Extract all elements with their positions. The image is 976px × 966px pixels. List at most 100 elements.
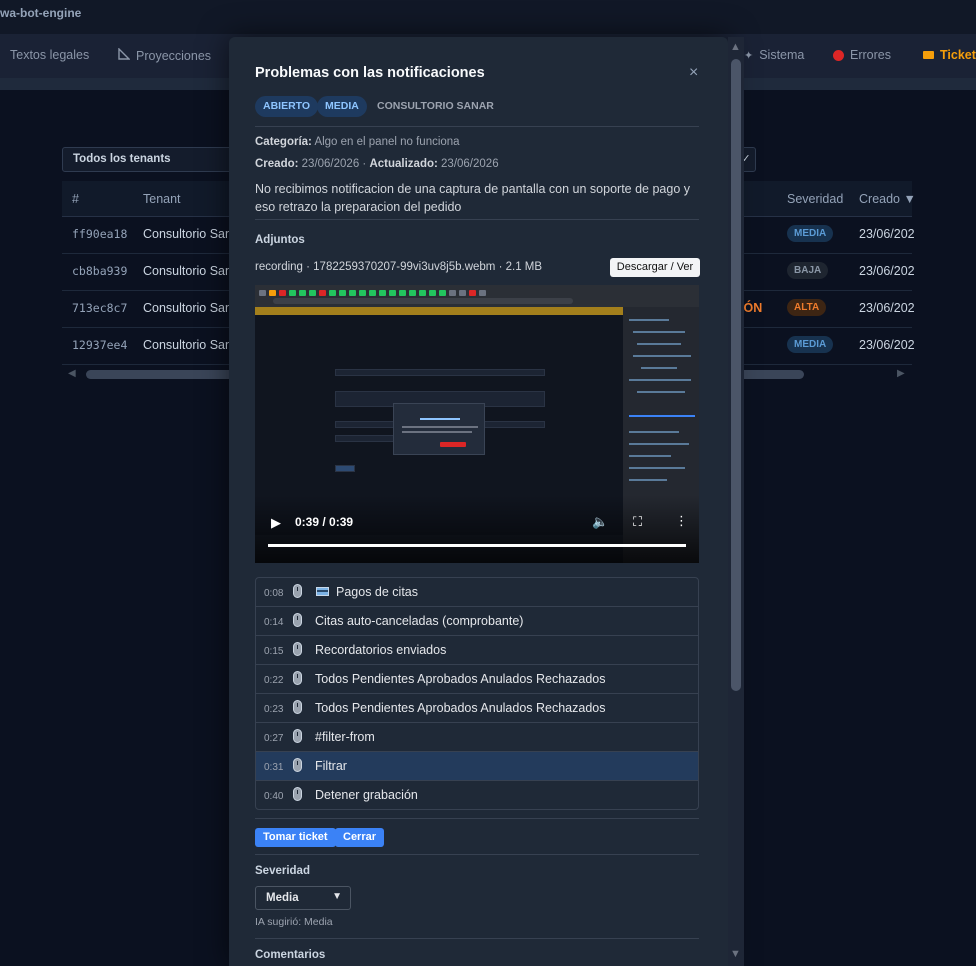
video-frame-code-line <box>641 367 677 369</box>
created-label: Creado: <box>255 158 299 170</box>
event-label: Filtrar <box>315 759 347 773</box>
scroll-left-icon[interactable]: ◀ <box>68 368 76 379</box>
comments-heading: Comentarios <box>255 949 326 961</box>
category-line: Categoría: Algo en el panel no funciona <box>255 136 460 148</box>
nav-label: Sistema <box>759 48 805 62</box>
video-frame-dot <box>469 290 476 296</box>
divider <box>255 219 699 220</box>
video-frame-dot <box>309 290 316 296</box>
video-frame-field <box>335 369 545 376</box>
modal-vertical-scrollbar[interactable]: ▲ ▼ <box>728 37 744 966</box>
event-row[interactable]: 0:27 #filter-from <box>256 723 698 752</box>
close-ticket-button[interactable]: Cerrar <box>335 828 385 847</box>
gear-icon: ✦ <box>744 49 754 62</box>
video-frame-dot <box>289 290 296 296</box>
divider <box>255 854 699 855</box>
video-frame-dialog <box>393 403 485 455</box>
fullscreen-icon[interactable]: ⛶ <box>633 514 642 530</box>
scroll-right-icon[interactable]: ▶ <box>897 368 905 379</box>
severity-heading: Severidad <box>255 865 310 877</box>
video-frame-code-line <box>637 343 681 345</box>
mouse-click-icon <box>293 642 302 656</box>
mouse-click-icon <box>293 584 302 598</box>
video-frame-dialog-button <box>440 442 466 447</box>
divider <box>255 818 699 819</box>
video-frame-code-line <box>629 443 689 445</box>
video-frame-dot <box>389 290 396 296</box>
video-frame-code-line <box>633 355 691 357</box>
ruler-icon <box>118 47 131 63</box>
video-frame-dot <box>339 290 346 296</box>
updated-label: Actualizado: <box>369 158 438 170</box>
event-time: 0:31 <box>264 762 284 773</box>
video-frame-dot <box>299 290 306 296</box>
more-options-icon[interactable]: ⋮ <box>675 513 688 529</box>
mouse-click-icon <box>293 700 302 714</box>
ticket-id: ff90ea18 <box>72 227 128 241</box>
nav-item-proyecciones[interactable]: Proyecciones <box>118 47 211 63</box>
video-frame-field <box>335 465 355 472</box>
col-created[interactable]: Creado ▼ <box>859 192 916 206</box>
status-badge: ABIERTO <box>255 96 319 117</box>
close-icon[interactable]: × <box>689 64 698 82</box>
event-row[interactable]: 0:08 Pagos de citas <box>256 578 698 607</box>
ticket-icon <box>923 51 934 59</box>
video-frame-dialog-line <box>402 431 472 433</box>
video-frame-code-line <box>629 467 685 469</box>
mouse-click-icon <box>293 758 302 772</box>
mouse-click-icon <box>293 613 302 627</box>
video-frame-banner <box>255 307 623 315</box>
video-frame-browser-bar <box>255 285 699 307</box>
nav-item-errores[interactable]: Errores <box>833 48 891 62</box>
attachments-heading: Adjuntos <box>255 234 305 246</box>
video-frame-dot <box>409 290 416 296</box>
event-label: Todos Pendientes Aprobados Anulados Rech… <box>315 672 606 686</box>
app-title: wa-bot-engine <box>0 6 82 20</box>
video-frame-dot <box>259 290 266 296</box>
event-time: 0:27 <box>264 733 284 744</box>
event-time: 0:08 <box>264 588 284 599</box>
video-player[interactable]: ▶ 0:39 / 0:39 🔈 ⛶ ⋮ <box>255 285 699 563</box>
nav-item-textos-legales[interactable]: Textos legales <box>10 48 89 62</box>
severity-badge: MEDIA <box>787 336 834 353</box>
take-ticket-button[interactable]: Tomar ticket <box>255 828 336 847</box>
event-label: Pagos de citas <box>336 585 418 599</box>
nav-item-tickets[interactable]: Tickets <box>923 48 976 62</box>
severity-select[interactable]: Media ▼ <box>255 886 351 910</box>
video-frame-dialog-line <box>402 426 478 428</box>
mouse-click-icon <box>293 729 302 743</box>
nav-item-sistema[interactable]: ✦ Sistema <box>744 48 804 62</box>
ticket-created: 23/06/202 <box>859 264 915 278</box>
ticket-id: cb8ba939 <box>72 264 128 278</box>
tenant-filter-select[interactable]: Todos los tenants <box>62 147 238 172</box>
event-row[interactable]: 0:31 Filtrar <box>256 752 698 781</box>
ticket-created: 23/06/202 <box>859 338 915 352</box>
event-row[interactable]: 0:23 Todos Pendientes Aprobados Anulados … <box>256 694 698 723</box>
col-severity[interactable]: Severidad <box>787 192 843 206</box>
ticket-id: 12937ee4 <box>72 338 128 352</box>
severity-badge: ALTA <box>787 299 827 316</box>
nav-label: Tickets <box>940 48 976 62</box>
col-tenant[interactable]: Tenant <box>143 192 181 206</box>
event-row[interactable]: 0:15 Recordatorios enviados <box>256 636 698 665</box>
download-button[interactable]: Descargar / Ver <box>610 258 700 277</box>
ticket-created: 23/06/202 <box>859 301 915 315</box>
video-frame-dot <box>449 290 456 296</box>
category-value: Algo en el panel no funciona <box>314 136 460 148</box>
video-frame-code-line <box>629 479 667 481</box>
video-progress-bar[interactable] <box>268 544 686 547</box>
vertical-scroll-thumb[interactable] <box>731 59 741 691</box>
play-icon[interactable]: ▶ <box>271 515 281 531</box>
scroll-down-icon[interactable]: ▼ <box>730 948 741 960</box>
event-row[interactable]: 0:22 Todos Pendientes Aprobados Anulados … <box>256 665 698 694</box>
event-row[interactable]: 0:40 Detener grabación <box>256 781 698 809</box>
volume-icon[interactable]: 🔈 <box>592 514 608 530</box>
video-frame-dot <box>399 290 406 296</box>
video-frame-code-line <box>629 455 671 457</box>
video-frame-code-line <box>629 319 669 321</box>
video-frame-dot <box>429 290 436 296</box>
video-frame-dot <box>269 290 276 296</box>
event-row[interactable]: 0:14 Citas auto-canceladas (comprobante) <box>256 607 698 636</box>
divider <box>255 126 699 127</box>
scroll-up-icon[interactable]: ▲ <box>730 41 741 53</box>
